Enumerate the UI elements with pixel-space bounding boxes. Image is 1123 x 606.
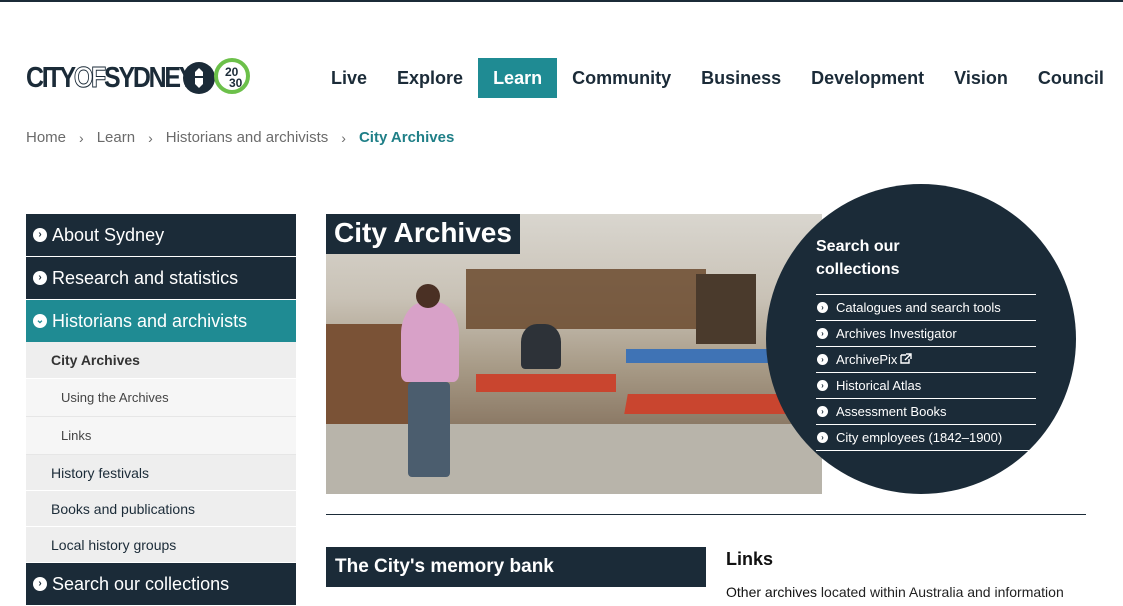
chevron-circle-right-icon: › [33, 271, 47, 285]
photo-person [408, 382, 450, 477]
sidebar-item-city-archives[interactable]: City Archives [26, 342, 296, 378]
chevron-circle-right-icon: › [817, 328, 828, 339]
nav-business[interactable]: Business [686, 58, 796, 98]
link-catalogues[interactable]: › Catalogues and search tools [816, 295, 1036, 321]
link-assessment-books[interactable]: › Assessment Books [816, 399, 1036, 425]
chevron-right-icon: › [148, 129, 153, 146]
nav-explore[interactable]: Explore [382, 58, 478, 98]
link-city-employees[interactable]: › City employees (1842–1900) [816, 425, 1036, 451]
sidebar-item-links[interactable]: Links [26, 417, 296, 455]
chevron-circle-right-icon: › [817, 406, 828, 417]
sidebar-item-research[interactable]: › Research and statistics [26, 257, 296, 299]
breadcrumb-home[interactable]: Home [26, 129, 66, 146]
chevron-right-icon: › [79, 129, 84, 146]
breadcrumb: Home › Learn › Historians and archivists… [26, 129, 454, 146]
nav-community[interactable]: Community [557, 58, 686, 98]
chevron-circle-right-icon: › [33, 577, 47, 591]
breadcrumb-historians[interactable]: Historians and archivists [166, 129, 329, 146]
photo-person [521, 324, 561, 369]
breadcrumb-current: City Archives [358, 129, 455, 146]
photo-table [626, 349, 776, 363]
sidebar-nav: › About Sydney › Research and statistics… [26, 214, 296, 606]
link-label: Catalogues and search tools [836, 300, 1001, 315]
photo-shelves [696, 274, 756, 344]
link-label: City employees (1842–1900) [836, 430, 1003, 445]
sidebar-item-about-sydney[interactable]: › About Sydney [26, 214, 296, 256]
search-panel-links: › Catalogues and search tools › Archives… [816, 294, 1036, 451]
external-link-icon [900, 352, 913, 367]
photo-floor [326, 424, 822, 494]
link-label: Archives Investigator [836, 326, 957, 341]
sidebar-item-historians[interactable]: ⌄ Historians and archivists [26, 300, 296, 342]
nav-development[interactable]: Development [796, 58, 939, 98]
chevron-circle-right-icon: › [817, 432, 828, 443]
memory-bank-heading: The City's memory bank [326, 547, 706, 587]
logo-wordmark: CITYOFSYDNEY [26, 62, 195, 95]
chevron-circle-right-icon: › [817, 302, 828, 313]
sidebar-item-history-festivals[interactable]: History festivals [26, 455, 296, 490]
city-of-sydney-logo[interactable]: CITYOFSYDNEY 20 30 [26, 58, 250, 98]
page-title: City Archives [326, 214, 520, 254]
search-collections-panel: Search our collections › Catalogues and … [766, 184, 1076, 494]
sidebar-item-label: About Sydney [52, 224, 165, 245]
breadcrumb-learn[interactable]: Learn [97, 129, 135, 146]
photo-person [401, 302, 459, 382]
section-divider [326, 514, 1086, 515]
sidebar-item-label: Research and statistics [52, 267, 239, 288]
link-historical-atlas[interactable]: › Historical Atlas [816, 373, 1036, 399]
sidebar-item-using-archives[interactable]: Using the Archives [26, 379, 296, 417]
chevron-right-icon: › [341, 129, 346, 146]
search-panel-title: Search our collections [816, 238, 900, 278]
link-label: Historical Atlas [836, 378, 922, 393]
nav-live[interactable]: Live [316, 58, 382, 98]
nav-council[interactable]: Council [1023, 58, 1119, 98]
photo-person [416, 284, 440, 308]
link-label: ArchivePix [836, 352, 898, 367]
chevron-circle-right-icon: › [817, 380, 828, 391]
sidebar-item-label: Search our collections [52, 573, 230, 594]
crest-icon [183, 62, 215, 94]
sidebar-item-local-history[interactable]: Local history groups [26, 527, 296, 562]
top-border [0, 0, 1123, 2]
sydney-2030-badge-icon: 20 30 [214, 58, 250, 94]
link-archives-investigator[interactable]: › Archives Investigator [816, 321, 1036, 347]
sidebar-item-books[interactable]: Books and publications [26, 491, 296, 526]
photo-shelves [466, 269, 706, 329]
nav-vision[interactable]: Vision [939, 58, 1023, 98]
nav-learn[interactable]: Learn [478, 58, 558, 98]
link-archivepix[interactable]: › ArchivePix [816, 347, 1036, 373]
hero-image: City Archives [326, 214, 822, 494]
chevron-circle-right-icon: › [33, 228, 47, 242]
chevron-circle-right-icon: › [817, 354, 828, 365]
sidebar-item-search-collections[interactable]: › Search our collections [26, 563, 296, 605]
sidebar-item-label: Historians and archivists [52, 310, 248, 331]
main-nav: Live Explore Learn Community Business De… [316, 58, 1119, 98]
link-label: Assessment Books [836, 404, 947, 419]
photo-table [476, 374, 616, 392]
chevron-circle-down-icon: ⌄ [33, 314, 47, 328]
links-heading: Links [726, 549, 774, 569]
